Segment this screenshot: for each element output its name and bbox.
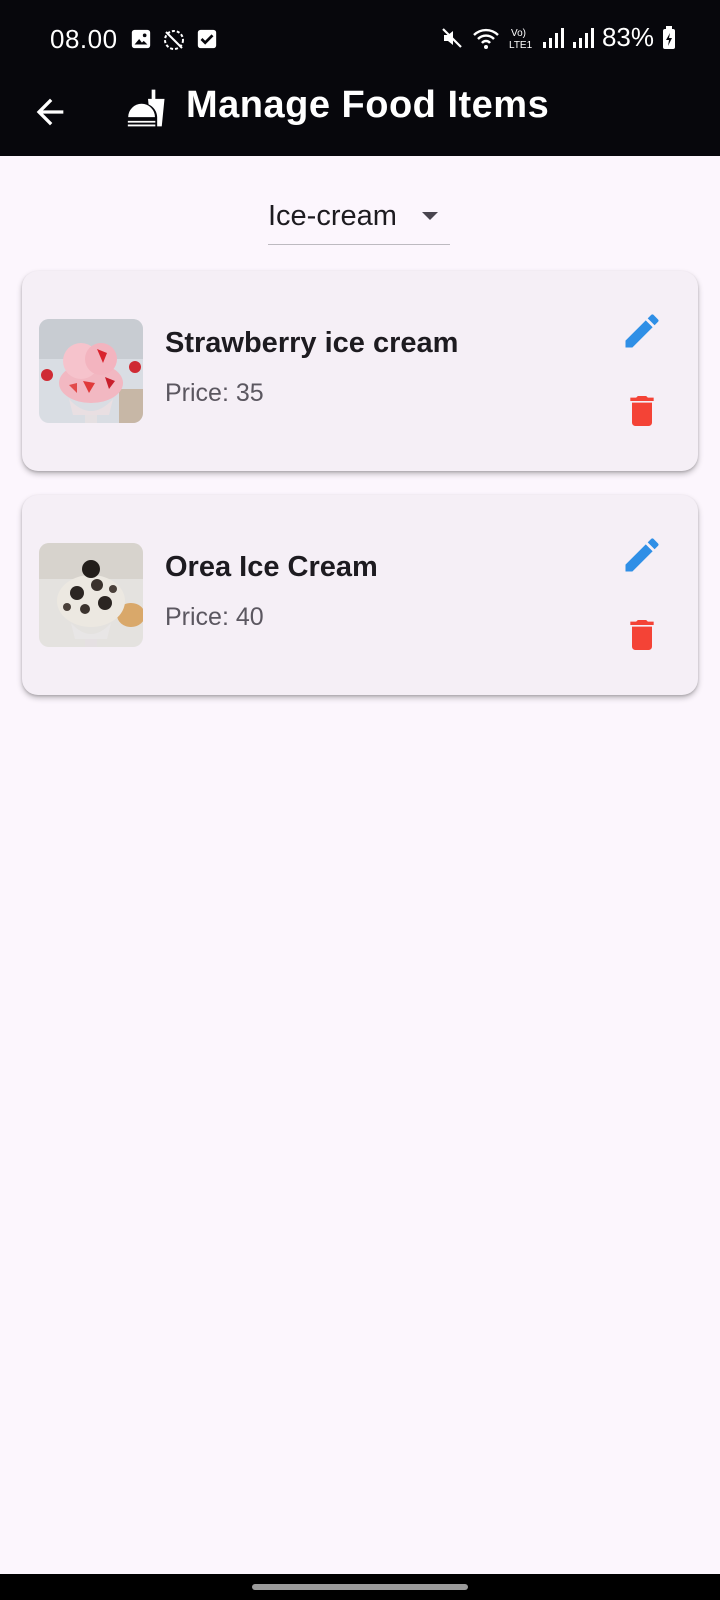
svg-text:LTE1: LTE1 — [509, 40, 533, 51]
status-time: 08.00 — [50, 24, 118, 54]
food-item-card: Orea Ice Cream Price: 40 — [22, 495, 698, 695]
wifi-icon — [473, 28, 499, 49]
sync-off-icon — [164, 30, 184, 50]
home-gesture-handle[interactable] — [252, 1584, 468, 1590]
category-dropdown-value: Ice-cream — [268, 200, 397, 232]
back-button[interactable] — [30, 92, 70, 132]
strawberry-ice-cream-photo — [39, 319, 143, 423]
food-item-price: Price: 40 — [165, 603, 264, 631]
pencil-icon — [625, 538, 659, 572]
battery-percent: 83% — [601, 22, 654, 52]
app-bar: Manage Food Items — [0, 72, 720, 156]
arrow-back-icon — [36, 98, 64, 126]
status-left-icons — [130, 28, 218, 52]
delete-button[interactable] — [622, 613, 662, 657]
edit-button[interactable] — [620, 533, 664, 577]
food-item-card: Strawberry ice cream Price: 35 — [22, 271, 698, 471]
food-item-name: Orea Ice Cream — [165, 551, 378, 583]
delete-button[interactable] — [622, 389, 662, 433]
system-nav-bar — [0, 1574, 720, 1600]
signal-icon — [542, 27, 564, 48]
food-item-name: Strawberry ice cream — [165, 327, 459, 359]
category-dropdown[interactable]: Ice-cream — [268, 196, 450, 245]
trash-icon — [630, 620, 654, 650]
svg-text:Vo): Vo) — [511, 28, 526, 39]
status-bar: 08.00 Vo) LTE1 83% — [0, 0, 720, 72]
food-item-price: Price: 35 — [165, 379, 264, 407]
status-right-icons: Vo) LTE1 83% — [440, 22, 676, 53]
oreo-ice-cream-photo — [39, 543, 143, 647]
volte-icon: Vo)LTE1 — [509, 28, 533, 51]
trash-icon — [630, 396, 654, 426]
signal-icon — [572, 27, 594, 48]
battery-charging-icon — [663, 25, 675, 49]
pencil-icon — [625, 314, 659, 348]
chevron-down-icon — [422, 212, 438, 220]
image-icon — [131, 29, 151, 49]
page-title: Manage Food Items — [186, 84, 550, 126]
edit-button[interactable] — [620, 309, 664, 353]
mute-icon — [442, 27, 462, 48]
fastfood-icon — [126, 86, 170, 130]
food-item-thumbnail — [39, 319, 143, 423]
checkbox-icon — [197, 29, 217, 49]
food-item-thumbnail — [39, 543, 143, 647]
